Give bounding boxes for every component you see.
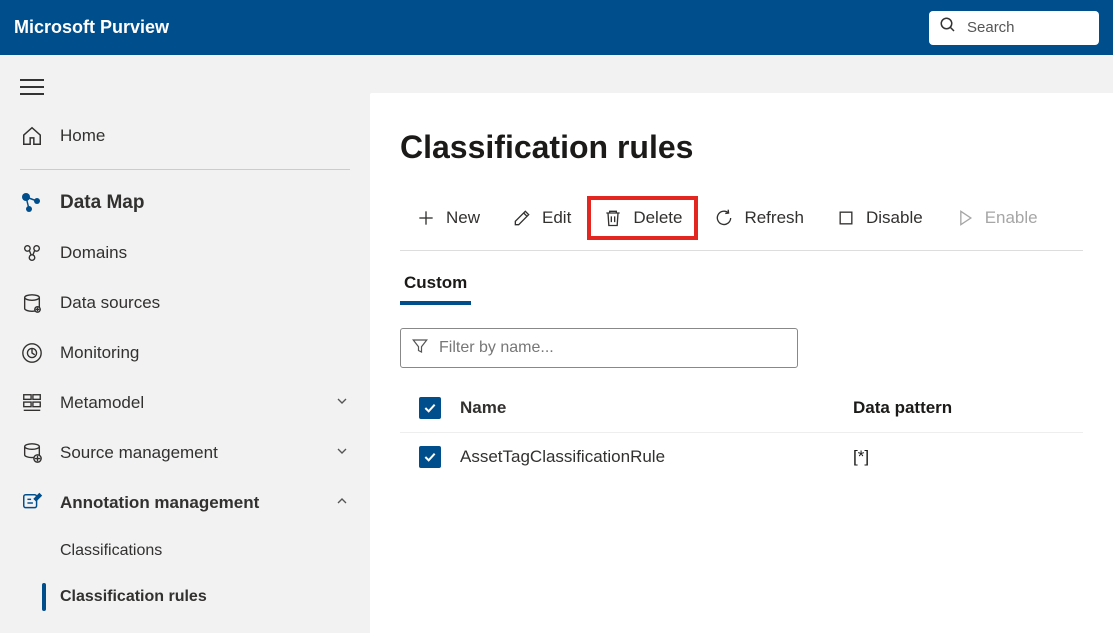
- row-pattern: [*]: [853, 447, 1083, 467]
- page-title: Classification rules: [400, 129, 1083, 166]
- row-name: AssetTagClassificationRule: [460, 447, 853, 467]
- refresh-icon: [714, 208, 734, 228]
- chevron-up-icon: [334, 493, 350, 514]
- sidebar: Home Data Map Domains Data sources: [0, 55, 370, 633]
- column-pattern[interactable]: Data pattern: [853, 398, 1083, 418]
- play-icon: [955, 208, 975, 228]
- disable-button[interactable]: Disable: [820, 196, 939, 240]
- tabs: Custom: [400, 263, 1083, 304]
- nav-domains-label: Domains: [60, 243, 350, 263]
- monitoring-icon: [20, 341, 44, 365]
- nav-home-label: Home: [60, 126, 350, 146]
- table-header: Name Data pattern: [400, 384, 1083, 432]
- main-content: Classification rules New Edit Delete Ref…: [370, 93, 1113, 633]
- edit-button-label: Edit: [542, 208, 571, 228]
- enable-button-label: Enable: [985, 208, 1038, 228]
- column-name[interactable]: Name: [460, 398, 853, 418]
- new-button[interactable]: New: [400, 196, 496, 240]
- home-icon: [20, 124, 44, 148]
- select-all-checkbox[interactable]: [419, 397, 441, 419]
- hamburger-icon: [20, 79, 44, 95]
- chevron-down-icon: [334, 393, 350, 414]
- nav-monitoring[interactable]: Monitoring: [0, 328, 370, 378]
- metamodel-icon: [20, 391, 44, 415]
- row-checkbox[interactable]: [419, 446, 441, 468]
- delete-button[interactable]: Delete: [587, 196, 698, 240]
- nav-monitoring-label: Monitoring: [60, 343, 350, 363]
- domains-icon: [20, 241, 44, 265]
- refresh-button[interactable]: Refresh: [698, 196, 820, 240]
- tab-custom[interactable]: Custom: [400, 263, 471, 305]
- section-data-map-label: Data Map: [60, 192, 350, 214]
- filter-box[interactable]: [400, 328, 798, 368]
- nav-source-management[interactable]: Source management: [0, 428, 370, 478]
- nav-metamodel-label: Metamodel: [60, 393, 334, 413]
- plus-icon: [416, 208, 436, 228]
- subnav-classifications[interactable]: Classifications: [0, 528, 370, 574]
- hamburger-button[interactable]: [0, 65, 370, 111]
- toolbar: New Edit Delete Refresh Disable Enable: [400, 196, 1083, 251]
- nav-source-management-label: Source management: [60, 443, 334, 463]
- subnav-classification-rules-label: Classification rules: [60, 588, 207, 606]
- table-row[interactable]: AssetTagClassificationRule [*]: [400, 432, 1083, 480]
- nav-metamodel[interactable]: Metamodel: [0, 378, 370, 428]
- subnav-classifications-label: Classifications: [60, 542, 162, 560]
- nav-annotation-management-label: Annotation management: [60, 493, 334, 513]
- annotation-management-icon: [20, 491, 44, 515]
- brand-title: Microsoft Purview: [14, 17, 169, 38]
- filter-icon: [411, 337, 429, 360]
- subnav-classification-rules[interactable]: Classification rules: [0, 574, 370, 620]
- source-management-icon: [20, 441, 44, 465]
- nav-data-sources-label: Data sources: [60, 293, 350, 313]
- nav-annotation-management[interactable]: Annotation management: [0, 478, 370, 528]
- square-icon: [836, 208, 856, 228]
- global-search[interactable]: [929, 11, 1099, 45]
- nav-data-sources[interactable]: Data sources: [0, 278, 370, 328]
- data-sources-icon: [20, 291, 44, 315]
- trash-icon: [603, 208, 623, 228]
- refresh-button-label: Refresh: [744, 208, 804, 228]
- search-input[interactable]: [967, 19, 1089, 36]
- nav-home[interactable]: Home: [0, 111, 370, 161]
- disable-button-label: Disable: [866, 208, 923, 228]
- enable-button: Enable: [939, 196, 1054, 240]
- chevron-down-icon: [334, 443, 350, 464]
- section-data-map[interactable]: Data Map: [0, 178, 370, 228]
- nav-domains[interactable]: Domains: [0, 228, 370, 278]
- edit-button[interactable]: Edit: [496, 196, 587, 240]
- delete-button-label: Delete: [633, 208, 682, 228]
- edit-icon: [512, 208, 532, 228]
- search-icon: [939, 16, 967, 39]
- new-button-label: New: [446, 208, 480, 228]
- rules-table: Name Data pattern AssetTagClassification…: [400, 384, 1083, 480]
- data-map-icon: [20, 191, 44, 215]
- filter-input[interactable]: [439, 339, 787, 357]
- app-header: Microsoft Purview: [0, 0, 1113, 55]
